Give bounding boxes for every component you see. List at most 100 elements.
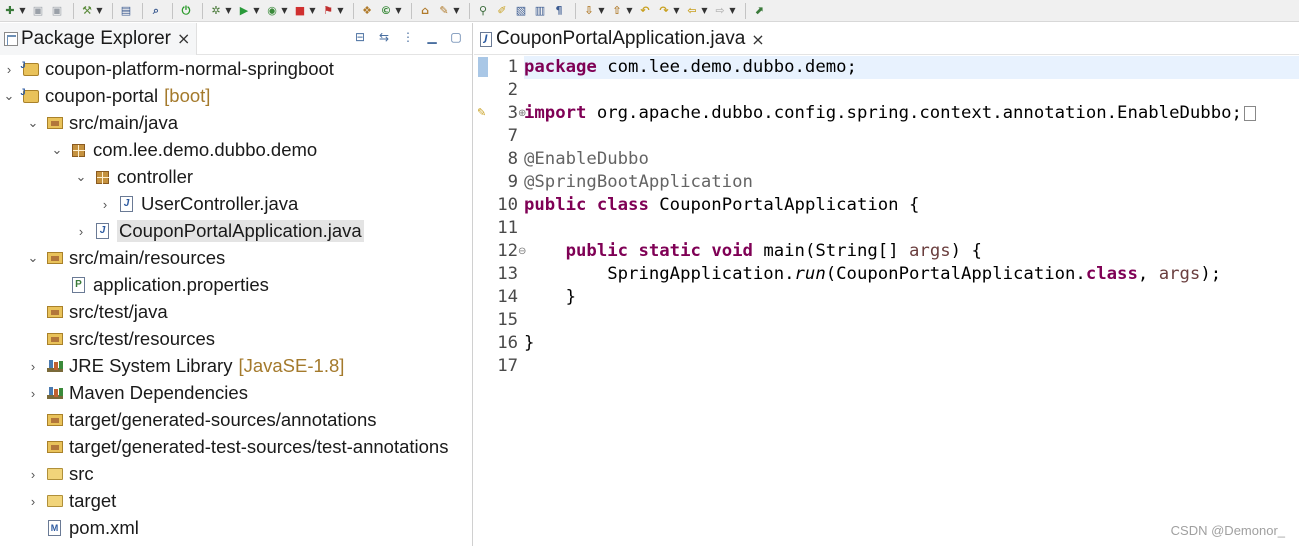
dropdown-arrow-icon[interactable]: ▼ — [700, 6, 709, 15]
search-button[interactable]: ⌕ — [148, 1, 164, 21]
coverage-button[interactable]: ◉ ▼ — [264, 1, 289, 21]
back-button[interactable]: ⇦ ▼ — [684, 1, 709, 21]
code-line[interactable]: public class CouponPortalApplication { — [524, 194, 919, 217]
dropdown-arrow-icon[interactable]: ▼ — [280, 6, 289, 15]
forward-button[interactable]: ⇨ ▼ — [712, 1, 737, 21]
search-icon: ⌕ — [152, 4, 160, 17]
chevron-right-icon[interactable]: › — [98, 197, 112, 212]
external-tools-button[interactable]: ⚑ ▼ — [320, 1, 345, 21]
dropdown-arrow-icon[interactable]: ▼ — [394, 6, 403, 15]
code-line[interactable]: @SpringBootApplication — [524, 171, 753, 194]
save-all-button[interactable]: ▣ — [49, 1, 65, 21]
tab-coupon-portal-application[interactable]: J CouponPortalApplication.java × — [474, 22, 771, 54]
mark-occurrences-button[interactable]: ✐ — [494, 1, 510, 21]
tree-item[interactable]: › src — [26, 461, 94, 487]
save-button[interactable]: ▣ — [30, 1, 46, 21]
new-java-class-button[interactable]: © ▼ — [378, 1, 403, 21]
code-line[interactable]: @EnableDubbo — [524, 148, 649, 171]
debug-button[interactable]: ✲ ▼ — [208, 1, 233, 21]
package-explorer-view: Package Explorer × ⊟ ⇆ ⋮ ▁ ▢ › coupon-platfor… — [0, 23, 473, 546]
dropdown-arrow-icon[interactable]: ▼ — [336, 6, 345, 15]
forward-edit-button[interactable]: ↷ ▼ — [656, 1, 681, 21]
close-icon[interactable]: × — [177, 29, 190, 48]
tree-item[interactable]: ⌄ src/main/resources — [26, 245, 226, 271]
tree-item[interactable]: › J UserController.java — [98, 191, 299, 217]
maximize-icon[interactable]: ▢ — [448, 29, 464, 45]
chevron-down-icon[interactable]: ⌄ — [26, 250, 40, 266]
chevron-down-icon[interactable]: ⌄ — [50, 142, 64, 158]
tree-item[interactable]: ⌄ com.lee.demo.dubbo.demo — [50, 137, 318, 163]
new-java-package-icon: ❖ — [362, 4, 372, 17]
block-selection-button[interactable]: ▧ — [513, 1, 529, 21]
minimize-icon[interactable]: ▁ — [424, 29, 440, 45]
package-explorer-actions: ⊟ ⇆ ⋮ ▁ ▢ — [352, 29, 464, 45]
last-edit-location-button[interactable]: ↶ — [637, 1, 653, 21]
dropdown-arrow-icon[interactable]: ▼ — [252, 6, 261, 15]
build-icon: ⚒ — [82, 4, 92, 17]
tree-item[interactable]: › target — [26, 488, 116, 514]
dropdown-arrow-icon[interactable]: ▼ — [597, 6, 606, 15]
toggle-breadcrumb-button[interactable]: ⚲ — [475, 1, 491, 21]
tree-node-icon-wrap — [46, 466, 63, 483]
code-line[interactable]: import org.apache.dubbo.config.spring.co… — [524, 102, 1256, 125]
new-button[interactable]: ✚ ▼ — [2, 1, 27, 21]
code-line[interactable]: } — [524, 286, 576, 309]
tree-item[interactable]: src/test/java — [26, 299, 168, 325]
view-menu-icon[interactable]: ⋮ — [400, 29, 416, 45]
tab-package-explorer[interactable]: Package Explorer × — [0, 23, 198, 55]
terminal-button[interactable]: ▤ — [118, 1, 134, 21]
open-task-button[interactable]: ✎ ▼ — [436, 1, 461, 21]
tree-item[interactable]: Mpom.xml — [26, 515, 139, 541]
tree-item[interactable]: › JRE System Library [JavaSE-1.8] — [26, 353, 345, 379]
dropdown-arrow-icon[interactable]: ▼ — [18, 6, 27, 15]
chevron-right-icon[interactable]: › — [26, 467, 40, 482]
tree-item[interactable]: › Maven Dependencies — [26, 380, 248, 406]
tree-item[interactable]: › J CouponPortalApplication.java — [74, 218, 364, 244]
dropdown-arrow-icon[interactable]: ▼ — [672, 6, 681, 15]
pin-editor-button[interactable]: ⬈ — [751, 1, 767, 21]
chevron-right-icon[interactable]: › — [74, 224, 88, 239]
code-line[interactable]: public static void main(String[] args) { — [524, 240, 982, 263]
tree-item[interactable]: target/generated-sources/annotations — [26, 407, 377, 433]
dropdown-arrow-icon[interactable]: ▼ — [224, 6, 233, 15]
close-icon[interactable]: × — [751, 30, 764, 49]
next-annotation-button[interactable]: ⇩ ▼ — [581, 1, 606, 21]
stop-button[interactable]: ■ ▼ — [292, 1, 317, 21]
link-with-editor-icon[interactable]: ⇆ — [376, 29, 392, 45]
dropdown-arrow-icon[interactable]: ▼ — [308, 6, 317, 15]
code-line[interactable]: } — [524, 332, 534, 355]
dropdown-arrow-icon[interactable]: ▼ — [625, 6, 634, 15]
tree-item[interactable]: › coupon-platform-normal-springboot — [2, 56, 334, 82]
tree-item[interactable]: ⌄ coupon-portal[boot] — [2, 83, 211, 109]
collapse-all-icon[interactable]: ⊟ — [352, 29, 368, 45]
code-area[interactable]: package com.lee.demo.dubbo.demo; import o… — [524, 55, 1299, 546]
build-button[interactable]: ⚒ ▼ — [79, 1, 104, 21]
chevron-right-icon[interactable]: › — [26, 386, 40, 401]
run-button[interactable]: ▶ ▼ — [236, 1, 261, 21]
chevron-down-icon[interactable]: ⌄ — [74, 169, 88, 185]
show-whitespace-button[interactable]: ¶ — [551, 1, 567, 21]
power-button[interactable]: ⏻ — [178, 1, 194, 21]
word-wrap-button[interactable]: ▥ — [532, 1, 548, 21]
tree-item[interactable]: target/generated-test-sources/test-annot… — [26, 434, 448, 460]
chevron-right-icon[interactable]: › — [26, 359, 40, 374]
chevron-down-icon[interactable]: ⌄ — [26, 115, 40, 131]
new-java-package-button[interactable]: ❖ — [359, 1, 375, 21]
chevron-right-icon[interactable]: › — [26, 494, 40, 509]
dropdown-arrow-icon[interactable]: ▼ — [728, 6, 737, 15]
tree-item[interactable]: Papplication.properties — [50, 272, 269, 298]
chevron-down-icon[interactable]: ⌄ — [2, 88, 16, 104]
code-token: @EnableDubbo — [524, 149, 649, 169]
previous-annotation-button[interactable]: ⇧ ▼ — [609, 1, 634, 21]
tree-item[interactable]: ⌄ controller — [74, 164, 194, 190]
dropdown-arrow-icon[interactable]: ▼ — [452, 6, 461, 15]
dropdown-arrow-icon[interactable]: ▼ — [95, 6, 104, 15]
tree-item[interactable]: src/test/resources — [26, 326, 215, 352]
code-line[interactable]: SpringApplication.run(CouponPortalApplic… — [524, 263, 1221, 286]
chevron-right-icon[interactable]: › — [2, 62, 16, 77]
tree-item[interactable]: ⌄ src/main/java — [26, 110, 178, 136]
collapsed-imports-icon[interactable] — [1243, 105, 1256, 121]
code-line[interactable]: package com.lee.demo.dubbo.demo; — [524, 56, 1299, 79]
open-type-button[interactable]: ⌂ — [417, 1, 433, 21]
